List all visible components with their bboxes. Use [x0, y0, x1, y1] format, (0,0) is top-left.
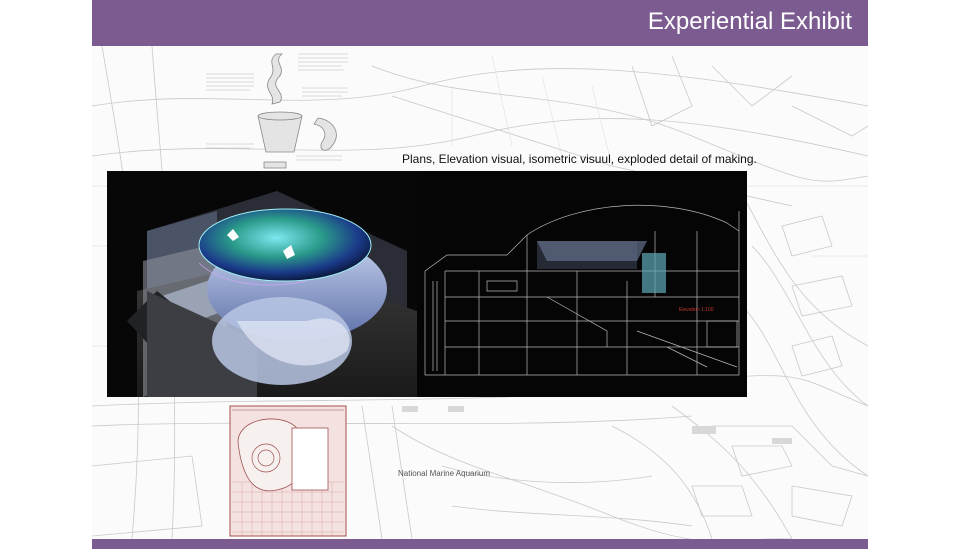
exhibit-visual-panel: Elevation 1:100 — [107, 171, 747, 397]
elevation-cyan-window — [642, 253, 666, 293]
elevation-exhibit-glow — [537, 241, 637, 269]
elevation-drawing — [424, 204, 740, 376]
title-bar: Experiential Exhibit — [92, 0, 868, 46]
slide: Experiential Exhibit National Marine Aqu… — [92, 0, 868, 549]
exploded-detail-sketch — [206, 53, 348, 169]
slide-title: Experiential Exhibit — [647, 8, 852, 35]
caption: Plans, Elevation visual, isometric visuu… — [402, 152, 757, 166]
bottom-bar — [92, 539, 868, 549]
isometric-and-elevation-visual: Elevation 1:100 — [107, 171, 740, 397]
elevation-scale-label: Elevation 1:100 — [679, 307, 714, 313]
isometric-render — [107, 171, 417, 397]
map-label-aquarium: National Marine Aquarium — [398, 469, 490, 478]
site-plan — [229, 405, 347, 537]
